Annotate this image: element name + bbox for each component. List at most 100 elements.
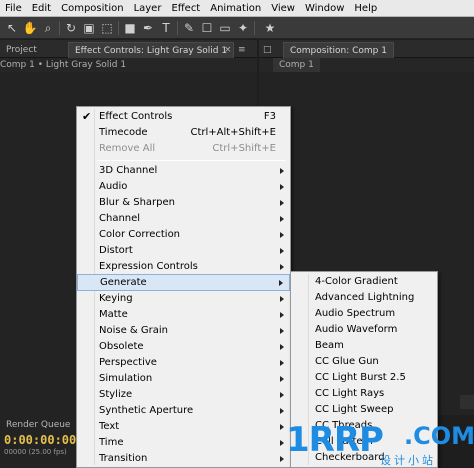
menu-item-label: Noise & Grain [99,325,168,336]
tab-project[interactable]: Project [0,42,43,58]
menu-item-expression-controls[interactable]: Expression Controls [77,259,290,275]
menu-item-synthetic-aperture[interactable]: Synthetic Aperture [77,403,290,419]
submenu-item[interactable]: CC Light Sweep [291,402,437,418]
menu-animation[interactable]: Animation [205,0,266,17]
menu-file[interactable]: File [0,0,27,17]
menu-item-label: Text [99,421,120,432]
menu-item-generate[interactable]: Generate [77,274,290,291]
menu-item-label: Transition [99,453,148,464]
menu-item-label: Time [99,437,124,448]
tab-render-queue[interactable]: Render Queue [0,417,76,433]
rotate-tool-icon[interactable]: ↻ [63,20,79,36]
breadcrumb: Comp 1 • Light Gray Solid 1 [0,58,257,72]
menu-item-shortcut: Ctrl+Shift+E [212,143,276,154]
type-tool-icon[interactable]: T [158,20,174,36]
rectangle-mask-icon[interactable]: ■ [122,20,138,36]
submenu-item[interactable]: Advanced Lightning [291,290,437,306]
menu-bar: File Edit Composition Layer Effect Anima… [0,0,474,17]
scroll-handle[interactable] [460,395,474,409]
submenu-arrow-icon [280,392,284,398]
puppet-pin-icon[interactable]: ★ [262,20,278,36]
submenu-arrow-icon [280,168,284,174]
menu-item-channel[interactable]: Channel [77,211,290,227]
pan-behind-icon[interactable]: ⬚ [99,20,115,36]
toolbar-divider [177,21,178,35]
submenu-arrow-icon [280,264,284,270]
submenu-arrow-icon [279,280,283,286]
submenu-arrow-icon [280,344,284,350]
menu-item-label: Timecode [99,127,148,138]
submenu-item[interactable]: CC Light Rays [291,386,437,402]
menu-item-stylize[interactable]: Stylize [77,387,290,403]
submenu-item[interactable]: Audio Waveform [291,322,437,338]
tab-comp-1[interactable]: Comp 1 [273,58,320,72]
submenu-item-label: Audio Waveform [315,324,398,335]
menu-item-distort[interactable]: Distort [77,243,290,259]
menu-item-label: Synthetic Aperture [99,405,194,416]
menu-item-color-correction[interactable]: Color Correction [77,227,290,243]
menu-item-noise-grain[interactable]: Noise & Grain [77,323,290,339]
pen-tool-icon[interactable]: ✒ [140,20,156,36]
submenu-item[interactable]: Audio Spectrum [291,306,437,322]
brush-tool-icon[interactable]: ✎ [181,20,197,36]
fps-readout: 00000 (25.00 fps) [4,448,67,456]
menu-item-blur-sharpen[interactable]: Blur & Sharpen [77,195,290,211]
lock-icon[interactable]: □ [261,42,274,58]
menu-item-label: Distort [99,245,133,256]
menu-item-time[interactable]: Time [77,435,290,451]
menu-item-audio[interactable]: Audio [77,179,290,195]
submenu-arrow-icon [280,232,284,238]
menu-composition[interactable]: Composition [56,0,128,17]
eraser-icon[interactable]: ▭ [217,20,233,36]
menu-item-label: Color Correction [99,229,181,240]
tab-effect-controls[interactable]: Effect Controls: Light Gray Solid 1 [68,42,235,58]
menu-layer[interactable]: Layer [129,0,167,17]
menu-item-label: Perspective [99,357,157,368]
menu-item-perspective[interactable]: Perspective [77,355,290,371]
menu-separator [97,160,286,161]
menu-item-remove-all[interactable]: Remove All Ctrl+Shift+E [77,141,290,157]
menu-item-3d-channel[interactable]: 3D Channel [77,163,290,179]
submenu-item-label: 4-Color Gradient [315,276,398,287]
menu-item-label: 3D Channel [99,165,158,176]
menu-item-text[interactable]: Text [77,419,290,435]
menu-view[interactable]: View [266,0,300,17]
camera-orbit-icon[interactable]: ▣ [81,20,97,36]
submenu-arrow-icon [280,328,284,334]
submenu-item[interactable]: CC Light Burst 2.5 [291,370,437,386]
panel-menu-icon[interactable]: ≡ [236,42,248,58]
menu-item-label: Obsolete [99,341,144,352]
menu-item-label: Expression Controls [99,261,198,272]
menu-item-timecode[interactable]: Timecode Ctrl+Alt+Shift+E [77,125,290,141]
submenu-item[interactable]: CC Glue Gun [291,354,437,370]
menu-item-obsolete[interactable]: Obsolete [77,339,290,355]
submenu-item[interactable]: Beam [291,338,437,354]
menu-edit[interactable]: Edit [27,0,56,17]
menu-item-keying[interactable]: Keying [77,291,290,307]
submenu-arrow-icon [280,184,284,190]
menu-help[interactable]: Help [349,0,382,17]
menu-item-matte[interactable]: Matte [77,307,290,323]
menu-item-shortcut: F3 [263,111,276,122]
timeline-panel: Render Queue 0:00:00:00 00000 (25.00 fps… [0,415,76,468]
zoom-tool-icon[interactable]: ⌕ [40,20,56,36]
menu-item-effect-controls[interactable]: ✔ Effect Controls F3 [77,109,290,125]
menu-window[interactable]: Window [300,0,349,17]
submenu-arrow-icon [280,200,284,206]
toolbar-divider [118,21,119,35]
tab-composition[interactable]: Composition: Comp 1 [283,42,394,58]
panel-tab-row: □ Composition: Comp 1 [259,40,474,58]
submenu-item-label: Beam [315,340,344,351]
roto-brush-icon[interactable]: ✦ [235,20,251,36]
menu-effect[interactable]: Effect [166,0,205,17]
menu-item-transition[interactable]: Transition [77,451,290,467]
submenu-item-label: Advanced Lightning [315,292,415,303]
timecode-display[interactable]: 0:00:00:00 [4,433,76,447]
clone-stamp-icon[interactable]: ☐ [199,20,215,36]
hand-tool-icon[interactable]: ✋ [22,20,38,36]
close-icon[interactable]: × [222,42,234,58]
submenu-arrow-icon [280,296,284,302]
menu-item-simulation[interactable]: Simulation [77,371,290,387]
submenu-item[interactable]: 4-Color Gradient [291,274,437,290]
selection-tool-icon[interactable]: ↖ [4,20,20,36]
